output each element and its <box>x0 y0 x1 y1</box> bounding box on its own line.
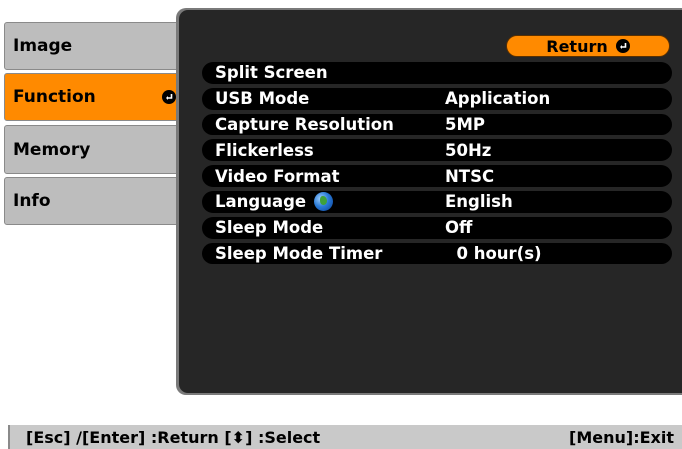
row-label: Language <box>215 192 307 212</box>
menu-row-language[interactable]: Language English <box>202 189 672 215</box>
row-value: 5MP <box>445 114 485 134</box>
row-label: USB Mode <box>215 89 310 109</box>
help-bar: [Esc] /[Enter] :Return [⬍] :Select [Menu… <box>8 425 682 449</box>
tab-label: Info <box>13 191 51 211</box>
help-text-exit: [Menu]:Exit <box>569 427 674 447</box>
row-label: Sleep Mode <box>215 218 324 238</box>
return-label: Return <box>546 36 608 56</box>
row-label: Video Format <box>215 166 340 186</box>
row-label-group: Language <box>215 192 334 212</box>
tab-label: Image <box>13 36 73 56</box>
menu-row-usb-mode[interactable]: USB Mode Application <box>202 86 672 112</box>
menu-row-flickerless[interactable]: Flickerless 50Hz <box>202 137 672 163</box>
enter-icon <box>162 90 176 104</box>
enter-icon <box>615 39 630 53</box>
return-button[interactable]: Return <box>506 35 670 57</box>
menu-row-sleep-mode[interactable]: Sleep Mode Off <box>202 215 672 241</box>
tab-image[interactable]: Image <box>4 22 185 70</box>
row-value: Application <box>445 89 551 109</box>
row-value: Off <box>445 218 473 238</box>
row-value: 0 hour(s) <box>445 243 542 263</box>
tab-info[interactable]: Info <box>4 177 185 225</box>
tab-label: Memory <box>13 139 91 160</box>
function-menu-list: Split Screen USB Mode Application Captur… <box>202 60 672 266</box>
menu-row-capture-resolution[interactable]: Capture Resolution 5MP <box>202 112 672 138</box>
menu-row-sleep-mode-timer[interactable]: Sleep Mode Timer 0 hour(s) <box>202 241 672 267</box>
globe-icon <box>314 192 334 212</box>
menu-row-split-screen[interactable]: Split Screen <box>202 60 672 86</box>
tab-function[interactable]: Function <box>4 73 185 121</box>
tab-label: Function <box>13 87 96 107</box>
row-label: Flickerless <box>215 140 314 160</box>
row-value: NTSC <box>445 166 495 186</box>
row-label: Split Screen <box>215 63 328 83</box>
tab-memory[interactable]: Memory <box>4 125 185 174</box>
row-label: Sleep Mode Timer <box>215 243 383 263</box>
row-value: English <box>445 192 513 212</box>
row-label: Capture Resolution <box>215 114 394 134</box>
row-value: 50Hz <box>445 140 492 160</box>
help-text-navigation: [Esc] /[Enter] :Return [⬍] :Select <box>26 427 321 447</box>
menu-row-video-format[interactable]: Video Format NTSC <box>202 163 672 189</box>
